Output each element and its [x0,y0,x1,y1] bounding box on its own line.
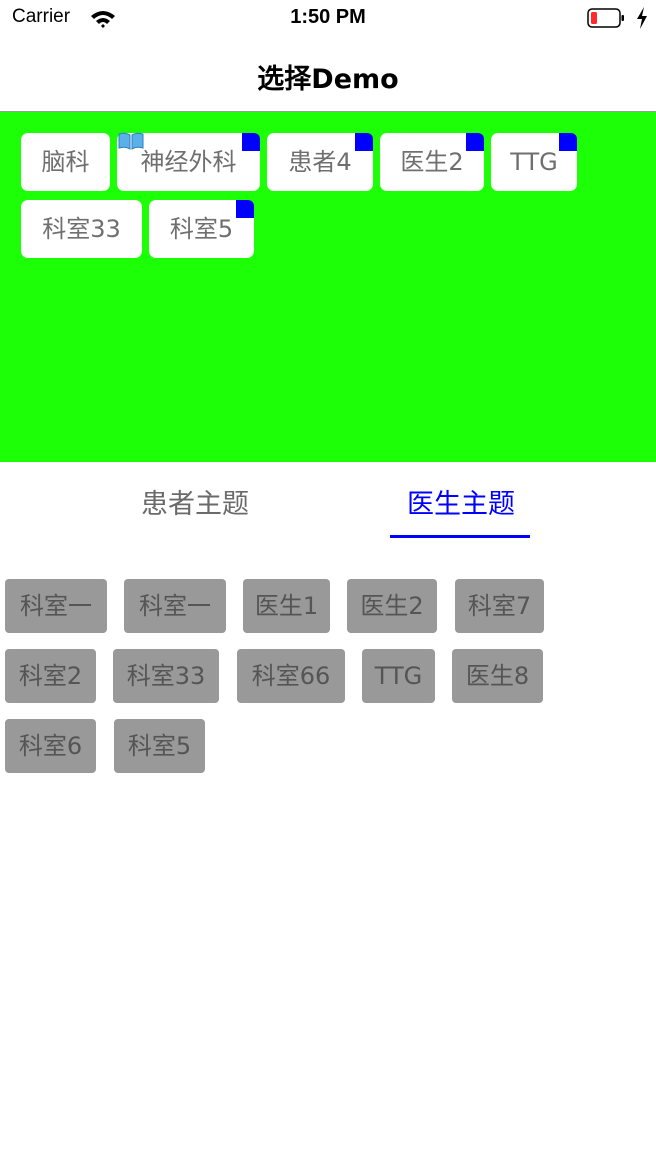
tag-label: 医生2 [400,148,464,176]
topic-tabs: 患者主题 医生主题 [0,462,656,542]
corner-badge [355,133,373,151]
selected-tag[interactable]: 患者4 [267,133,373,191]
tag-option[interactable]: 科室7 [455,579,544,633]
tag-option[interactable]: 科室2 [5,649,96,703]
corner-badge [236,200,254,218]
tab-doctor-topic[interactable]: 医生主题 [376,482,546,521]
selected-tags-area: 脑科 神经外科 患者4 医生2 TTG 科室33 科室5 [0,112,656,462]
tag-label: 科室5 [169,215,234,243]
tag-label: 患者4 [288,148,352,176]
tag-option[interactable]: 科室66 [237,649,345,703]
tag-option[interactable]: 医生8 [452,649,543,703]
tag-option[interactable]: TTG [362,649,435,703]
active-tab-indicator [390,535,530,538]
selected-tag[interactable]: 科室5 [149,200,254,258]
tag-label: 神经外科 [140,148,237,176]
corner-badge [466,133,484,151]
tab-patient-topic[interactable]: 患者主题 [108,482,282,521]
page-title: 选择Demo [257,64,399,95]
tag-option[interactable]: 医生1 [243,579,330,633]
tag-label: 科室33 [42,215,121,243]
selected-tag[interactable]: 神经外科 [117,132,260,191]
selected-tag[interactable]: TTG [491,133,577,191]
selected-tag[interactable]: 脑科 [21,133,110,191]
tag-option[interactable]: 科室一 [5,579,107,633]
tag-option[interactable]: 科室33 [113,649,219,703]
battery-icon [587,8,624,28]
navigation-bar: 选择Demo [0,40,656,112]
selected-tag[interactable]: 医生2 [380,133,484,191]
tag-option[interactable]: 医生2 [347,579,437,633]
corner-badge [559,133,577,151]
tag-option[interactable]: 科室6 [5,719,96,773]
selected-tag[interactable]: 科室33 [21,200,142,258]
tag-option[interactable]: 科室一 [124,579,226,633]
book-icon [118,132,144,150]
clock: 1:50 PM [290,6,366,28]
corner-badge [242,133,260,151]
tag-label: 脑科 [41,148,90,176]
tag-option[interactable]: 科室5 [114,719,205,773]
status-bar: Carrier 1:50 PM [0,0,656,40]
charging-icon [637,7,647,29]
tag-label: TTG [510,148,558,176]
